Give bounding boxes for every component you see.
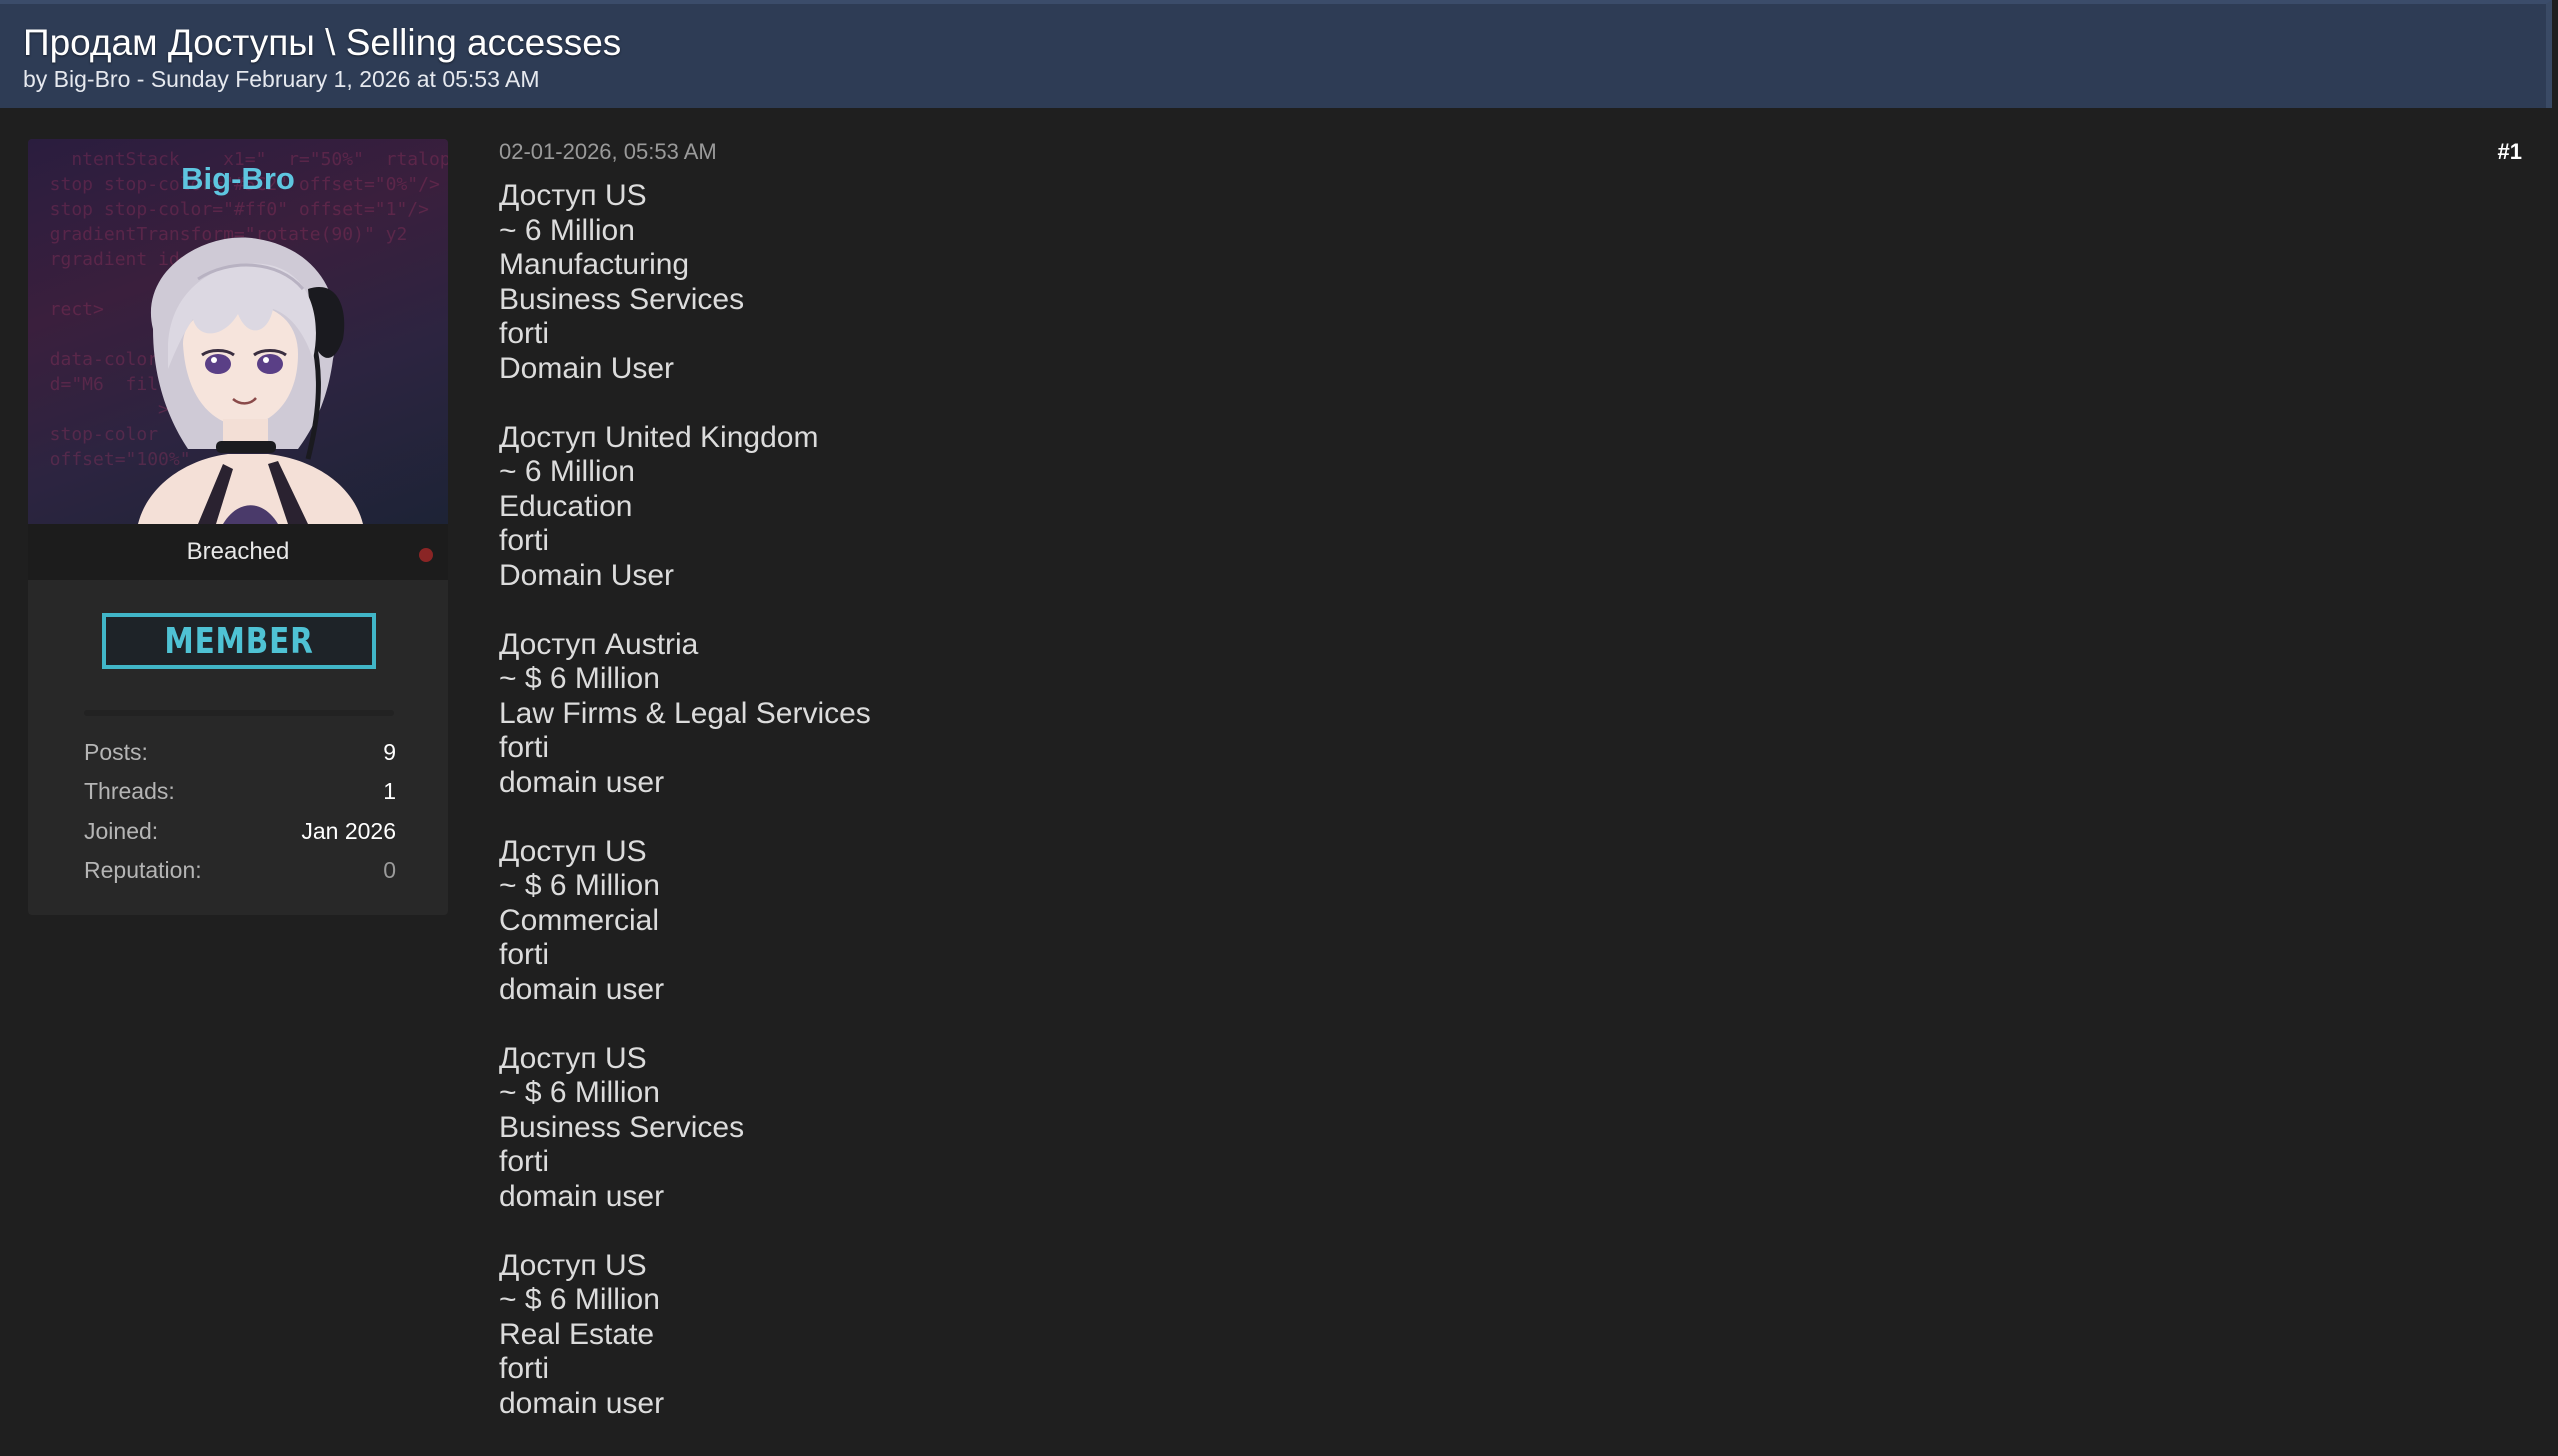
user-rank: Breached <box>186 538 290 565</box>
stat-value: Jan 2026 <box>301 818 396 844</box>
stat-value[interactable]: 1 <box>383 778 396 805</box>
access-listing: Доступ Austria ~ $ 6 Million Law Firms &… <box>499 628 2399 801</box>
member-badge-label: MEMBER <box>164 621 314 662</box>
access-line: Real Estate <box>499 1317 655 1351</box>
thread-byline: by Big-Bro - Sunday February 1, 2026 at … <box>23 66 540 92</box>
avatar-image <box>138 237 363 524</box>
access-line: forti <box>499 1352 550 1385</box>
access-line: ~ 6 Million <box>499 213 635 247</box>
post-date: 02-01-2026, 05:53 AM <box>499 139 717 164</box>
access-line: ~ $ 6 Million <box>499 1076 660 1109</box>
access-listing: Доступ US ~ $ 6 Million Business Service… <box>499 1042 2399 1215</box>
member-badge: MEMBER <box>102 613 376 669</box>
access-line: forti <box>499 731 550 764</box>
access-listing: Доступ US ~ $ 6 Million Commercial forti… <box>499 835 2399 1008</box>
access-line: ~ $ 6 Million <box>499 662 660 695</box>
stat-label: Reputation: <box>84 857 202 883</box>
access-line: Доступ Austria <box>499 627 699 661</box>
access-line: Domain User <box>499 558 675 592</box>
access-line: Domain User <box>499 351 675 385</box>
post-number-link[interactable]: #1 <box>2498 139 2522 165</box>
access-listing: Доступ United Kingdom ~ 6 Million Educat… <box>499 421 2399 594</box>
access-line: ~ $ 6 Million <box>499 1283 660 1316</box>
access-line: Law Firms & Legal Services <box>499 696 871 730</box>
username[interactable]: Big-Bro <box>28 161 448 197</box>
access-line: Business Services <box>499 1110 745 1144</box>
thread-header: Продам Доступы \ Selling accesses by Big… <box>0 0 2552 108</box>
stat-posts: Posts: 9 <box>84 739 396 769</box>
access-line: domain user <box>499 765 665 799</box>
stat-value[interactable]: 9 <box>383 739 396 766</box>
access-line: ~ $ 6 Million <box>499 869 660 902</box>
access-line: forti <box>499 1145 550 1178</box>
access-line: Доступ US <box>499 1041 647 1075</box>
access-line: domain user <box>499 1386 665 1420</box>
stat-value[interactable]: 0 <box>383 857 396 884</box>
access-line: forti <box>499 524 550 557</box>
stat-joined: Joined: Jan 2026 <box>84 818 396 848</box>
access-line: forti <box>499 317 550 350</box>
stat-label: Joined: <box>84 818 159 844</box>
access-line: Manufacturing <box>499 248 690 281</box>
thread-title: Продам Доступы \ Selling accesses <box>23 22 622 63</box>
stats-divider <box>84 710 394 716</box>
stat-reputation: Reputation: 0 <box>84 857 396 887</box>
access-line: Доступ US <box>499 179 647 212</box>
access-line: Доступ US <box>499 1248 647 1282</box>
stat-label: Threads: <box>84 778 175 804</box>
stat-label: Posts: <box>84 739 148 765</box>
access-line: Business Services <box>499 282 745 316</box>
post-body: Доступ US ~ 6 Million Manufacturing Busi… <box>499 179 2399 1456</box>
access-listing: Доступ US ~ $ 6 Million Real Estate fort… <box>499 1249 2399 1422</box>
stat-threads: Threads: 1 <box>84 778 396 808</box>
access-line: domain user <box>499 972 665 1006</box>
access-listing: Доступ US ~ 6 Million Manufacturing Busi… <box>499 179 2399 386</box>
user-card: ntentStack x1=" r="50%" rtalop stop stop… <box>28 139 448 915</box>
access-line: Доступ United Kingdom <box>499 420 819 454</box>
access-line: Education <box>499 489 633 523</box>
avatar[interactable]: ntentStack x1=" r="50%" rtalop stop stop… <box>28 139 448 524</box>
access-line: ~ 6 Million <box>499 455 635 488</box>
rank-bar: Breached <box>28 524 448 580</box>
access-line: Commercial <box>499 903 660 937</box>
offline-status-dot <box>419 548 433 562</box>
access-line: domain user <box>499 1179 665 1213</box>
access-line: forti <box>499 938 550 971</box>
access-line: Доступ US <box>499 834 647 868</box>
